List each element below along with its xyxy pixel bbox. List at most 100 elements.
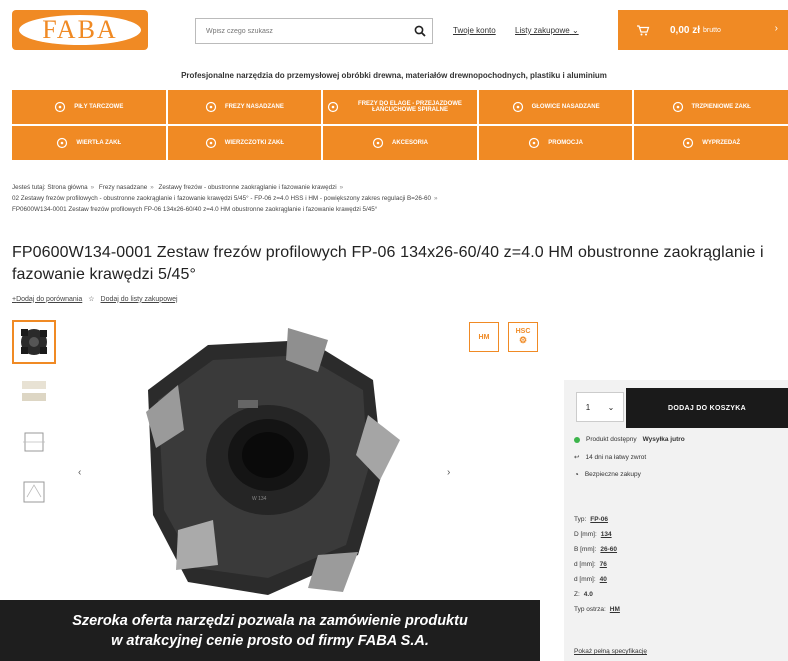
- star-icon: ☆: [88, 296, 95, 303]
- thumbnail-list: [12, 320, 58, 520]
- product-image[interactable]: W 134: [118, 320, 418, 602]
- faba-logo[interactable]: FABA: [12, 10, 148, 50]
- thumbnail-1[interactable]: [12, 320, 56, 364]
- available-dot-icon: [574, 436, 580, 443]
- product-actions: +Dodaj do porównania ☆ Dodaj do listy za…: [12, 295, 178, 304]
- spec-value: 4.0: [583, 591, 593, 598]
- category-label: FREZY NASADZANE: [224, 104, 284, 110]
- full-spec-link[interactable]: Pokaż pełną specyfikację: [574, 648, 647, 655]
- breadcrumb-subcategory[interactable]: Zestawy frezów - obustronne zaokrąglanie…: [158, 184, 336, 191]
- category-label: FREZY DO ELAGE - PRZEJAZDOWE ŁAŃCUCHOWE …: [358, 101, 462, 113]
- wishlist-link[interactable]: Dodaj do listy zakupowej: [101, 296, 178, 303]
- search-icon: [414, 25, 426, 37]
- category-label: TRZPIENIOWE ZAKŁ: [691, 104, 751, 110]
- category-2[interactable]: FREZY NASADZANE: [167, 90, 322, 124]
- category-label: AKCESORIA: [391, 140, 428, 146]
- compare-link[interactable]: +Dodaj do porównania: [12, 296, 82, 303]
- breadcrumb-home[interactable]: Strona główna: [47, 184, 87, 191]
- chevron-down-icon: ⌄: [607, 402, 615, 412]
- router-bit-icon: [328, 101, 339, 113]
- category-label: WIERZCZOTKI ZAKŁ: [224, 140, 285, 146]
- spec-label: B [mm]:: [574, 546, 597, 553]
- quantity-select[interactable]: 1 ⌄: [576, 392, 624, 422]
- category-9[interactable]: PROMOCJA: [478, 126, 633, 160]
- promo-banner: Szeroka oferta narzędzi pozwala na zamów…: [0, 600, 540, 661]
- chevron-down-icon: ⌄: [571, 26, 579, 35]
- spec-value[interactable]: 40: [600, 576, 607, 583]
- chevron-right-icon: ›: [774, 23, 778, 34]
- account-link[interactable]: Twoje konto: [453, 26, 496, 35]
- spec-label: Typ:: [574, 516, 587, 523]
- cart-value: 0,00 zł: [670, 24, 701, 36]
- returns-info: ↩ 14 dni na łatwy zwrot: [574, 453, 646, 462]
- promo-icon: [529, 137, 540, 149]
- breadcrumb-current: FP0600W134-0001 Zestaw frezów profilowyc…: [12, 206, 378, 213]
- category-5[interactable]: TRZPIENIOWE ZAKŁ: [634, 90, 788, 124]
- banner-line-2: w atrakcyjnej cenie prosto od firmy FABA…: [111, 632, 429, 649]
- spec-row: B [mm]: 26-60: [574, 542, 620, 557]
- spec-value[interactable]: HM: [610, 606, 620, 613]
- thumbnail-4[interactable]: [12, 470, 56, 514]
- sale-icon: [683, 137, 694, 149]
- spec-value[interactable]: 76: [600, 561, 607, 568]
- availability-value: Wysyłka jutro: [642, 436, 685, 443]
- spec-value[interactable]: 134: [601, 531, 612, 538]
- hsc-badge: HSC ⚙: [508, 322, 538, 352]
- category-label: GŁOWICE NASADZANE: [531, 104, 600, 110]
- hm-badge-label: HM: [478, 333, 490, 341]
- category-10[interactable]: WYPRZEDAŻ: [634, 126, 788, 160]
- add-to-cart-button[interactable]: DODAJ DO KOSZYKA: [626, 388, 788, 428]
- spec-row: Typ ostrza: HM: [574, 602, 620, 617]
- breadcrumb-separator: »: [90, 184, 95, 191]
- shank-icon: [672, 101, 683, 113]
- gallery-prev-arrow[interactable]: ‹: [78, 467, 81, 478]
- breadcrumb-separator: »: [434, 195, 438, 202]
- brush-icon: [205, 137, 216, 149]
- cart-icon: [637, 24, 650, 35]
- accessories-icon: [372, 137, 384, 149]
- hm-badge: HM: [469, 322, 499, 352]
- secure-info: ◔ Bezpieczne zakupy: [574, 470, 641, 479]
- tool-icon: ⚙: [518, 335, 528, 345]
- product-title: FP0600W134-0001 Zestaw frezów profilowyc…: [12, 244, 764, 283]
- shopping-lists-link[interactable]: Listy zakupowe ⌄: [515, 26, 579, 35]
- cutter-set-image: W 134: [146, 328, 400, 595]
- buy-box: 1 ⌄ DODAJ DO KOSZYKA Produkt dostępny Wy…: [564, 380, 788, 661]
- breadcrumb-prefix: Jesteś tutaj:: [12, 184, 46, 191]
- thumbnail-3[interactable]: [12, 420, 56, 464]
- spec-value[interactable]: 26-60: [600, 546, 617, 553]
- breadcrumb-group[interactable]: 02 Zestawy frezów profilowych - obustron…: [12, 195, 431, 202]
- category-8[interactable]: AKCESORIA: [323, 126, 477, 160]
- cart-button[interactable]: 0,00 zł brutto ›: [618, 10, 788, 50]
- category-3[interactable]: FREZY DO ELAGE - PRZEJAZDOWE ŁAŃCUCHOWE …: [323, 90, 477, 124]
- category-6[interactable]: WIERTŁA ZAKŁ: [12, 126, 166, 160]
- thumbnail-2[interactable]: [12, 370, 56, 414]
- site-tagline: Profesjonalne narzędzia do przemysłowej …: [181, 71, 607, 80]
- gallery-next-arrow[interactable]: ›: [447, 467, 450, 478]
- category-1[interactable]: PIŁY TARCZOWE: [12, 90, 166, 124]
- search-button[interactable]: [408, 19, 432, 43]
- spec-row: D [mm]: 134: [574, 527, 620, 542]
- cutter-icon: [205, 101, 217, 113]
- category-label: WYPRZEDAŻ: [702, 140, 741, 146]
- spec-label: d [mm]:: [574, 576, 596, 583]
- search-input[interactable]: [196, 19, 408, 43]
- spec-row: Typ: FP-06: [574, 512, 620, 527]
- search-box[interactable]: [195, 18, 433, 44]
- breadcrumb: Jesteś tutaj: Strona główna» Frezy nasad…: [12, 182, 632, 215]
- category-4[interactable]: GŁOWICE NASADZANE: [478, 90, 633, 124]
- category-menu: PIŁY TARCZOWE FREZY NASADZANE FREZY DO ELA…: [12, 90, 788, 160]
- drawing-thumb-image: [23, 432, 45, 452]
- breadcrumb-category[interactable]: Frezy nasadzane: [99, 184, 147, 191]
- breadcrumb-separator: »: [339, 184, 344, 191]
- spec-label: Typ ostrza:: [574, 606, 606, 613]
- availability: Produkt dostępny Wysyłka jutro: [574, 436, 685, 443]
- secure-label: Bezpieczne zakupy: [584, 471, 641, 478]
- breadcrumb-separator: »: [150, 184, 154, 191]
- quantity-value: 1: [585, 402, 591, 412]
- spec-value[interactable]: FP-06: [590, 516, 608, 523]
- shopping-lists-label: Listy zakupowe: [515, 26, 570, 35]
- category-7[interactable]: WIERZCZOTKI ZAKŁ: [167, 126, 322, 160]
- spec-label: Z:: [574, 591, 580, 598]
- spec-label: d [mm]:: [574, 561, 596, 568]
